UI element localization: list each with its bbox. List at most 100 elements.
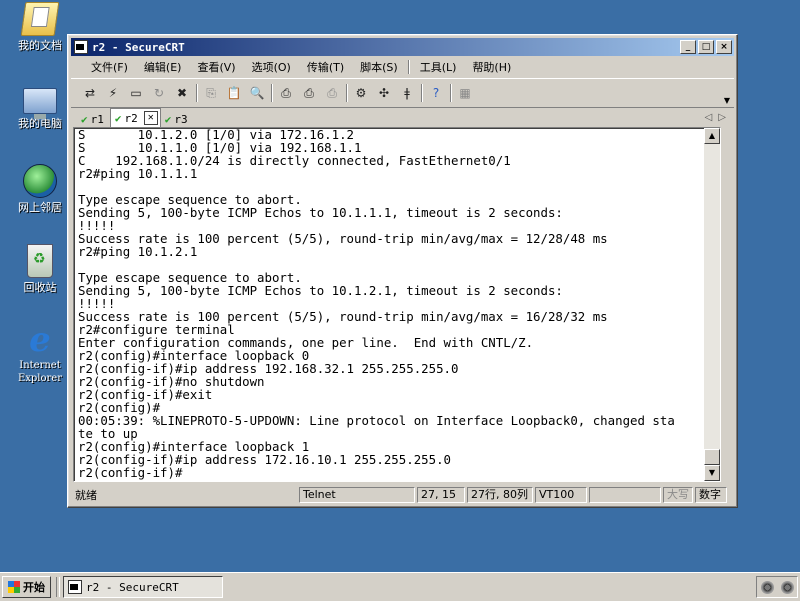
scroll-up-icon[interactable]: ▲	[704, 128, 720, 144]
toolbar-overflow-icon[interactable]: ▼	[724, 96, 730, 105]
title-bar[interactable]: r2 - SecureCRT _ □ ×	[71, 38, 734, 56]
desktop-icon-label: 我的文档	[18, 39, 62, 52]
tab-label: r2	[124, 111, 138, 125]
terminal-line: 00:05:39: %LINEPROTO-5-UPDOWN: Line prot…	[78, 413, 675, 428]
toolbar-separator	[346, 84, 348, 102]
connect-in-tab-icon[interactable]: ▭	[127, 84, 145, 102]
status-terminal-size: 27行, 80列	[467, 487, 533, 503]
desktop-icon-my-computer[interactable]: 我的电脑	[8, 84, 72, 130]
status-blank-panel	[589, 487, 661, 503]
status-emulation: VT100	[535, 487, 587, 503]
toolbar-separator	[196, 84, 198, 102]
session-options-icon[interactable]: ⚙	[352, 84, 370, 102]
desktop-icon-internet-explorer[interactable]: e Internet Explorer	[8, 320, 72, 385]
scroll-thumb[interactable]	[704, 449, 720, 465]
status-caps-lock: 大写	[663, 487, 693, 503]
close-button[interactable]: ×	[716, 40, 732, 54]
windows-logo-icon	[8, 581, 20, 593]
toolbar-separator	[450, 84, 452, 102]
calculator-icon[interactable]: ▦	[456, 84, 474, 102]
help-icon[interactable]: ?	[427, 84, 445, 102]
app-icon	[74, 40, 88, 54]
maximize-button[interactable]: □	[698, 40, 714, 54]
terminal-area[interactable]: S 10.1.2.0 [1/0] via 172.16.1.2 S 10.1.1.…	[73, 127, 721, 482]
tab-scroll-right-icon[interactable]: ▷	[718, 112, 726, 123]
terminal-line: r2#ping 10.1.1.1	[78, 166, 198, 181]
print-setup-icon[interactable]: ⎙	[323, 84, 341, 102]
menu-bar: 文件(F) 编辑(E) 查看(V) 选项(O) 传输(T) 脚本(S) 工具(L…	[71, 57, 734, 77]
desktop-icon-label: 网上邻居	[18, 201, 62, 214]
tab-close-icon[interactable]: ✕	[143, 111, 158, 125]
tab-r2[interactable]: ✔ r2 ✕	[109, 108, 161, 127]
desktop-icon-label: Internet Explorer	[17, 360, 63, 384]
vertical-scrollbar[interactable]: ▲ ▼	[704, 128, 720, 481]
taskbar-button-label: r2 - SecureCRT	[86, 580, 179, 594]
menu-separator	[407, 60, 410, 74]
securecrt-icon	[68, 580, 82, 594]
terminal-output: S 10.1.2.0 [1/0] via 172.16.1.2 S 10.1.1.…	[78, 128, 702, 479]
print-selection-icon[interactable]: ⎙	[300, 84, 318, 102]
window-title: r2 - SecureCRT	[92, 40, 185, 54]
reconnect-icon[interactable]: ↻	[150, 84, 168, 102]
menu-view[interactable]: 查看(V)	[189, 59, 243, 75]
menu-transfer[interactable]: 传输(T)	[299, 59, 352, 75]
scroll-down-icon[interactable]: ▼	[704, 465, 720, 481]
menu-script[interactable]: 脚本(S)	[352, 59, 406, 75]
tray-volume-icon[interactable]	[760, 580, 774, 594]
desktop-icon-my-documents[interactable]: 我的文档	[8, 2, 72, 52]
connected-check-icon: ✔	[164, 112, 172, 126]
tray-network-icon[interactable]	[780, 580, 794, 594]
status-protocol: Telnet	[299, 487, 415, 503]
terminal-line: r2#ping 10.1.2.1	[78, 244, 198, 259]
desktop-icon-recycle-bin[interactable]: 回收站	[8, 244, 72, 294]
terminal-line: Sending 5, 100-byte ICMP Echos to 10.1.1…	[78, 205, 563, 220]
connected-check-icon: ✔	[81, 112, 88, 126]
terminal-line: Sending 5, 100-byte ICMP Echos to 10.1.2…	[78, 283, 563, 298]
internet-explorer-icon: e	[29, 320, 51, 360]
taskbar: 开始 r2 - SecureCRT	[0, 572, 800, 601]
connected-check-icon: ✔	[114, 111, 122, 125]
desktop-icon-network-places[interactable]: 网上邻居	[8, 164, 72, 214]
copy-icon[interactable]: ⎘	[202, 84, 220, 102]
recycle-bin-icon	[27, 244, 53, 278]
tab-label: r3	[174, 112, 188, 126]
tab-r3[interactable]: ✔ r3	[161, 111, 194, 127]
taskbar-button-securecrt[interactable]: r2 - SecureCRT	[63, 576, 223, 598]
taskbar-separator	[56, 577, 60, 597]
tab-label: r1	[90, 112, 104, 126]
menu-edit[interactable]: 编辑(E)	[136, 59, 190, 75]
disconnect-icon[interactable]: ✖	[173, 84, 191, 102]
menu-help[interactable]: 帮助(H)	[464, 59, 519, 75]
global-options-icon[interactable]: ✣	[375, 84, 393, 102]
keymap-icon[interactable]: ǂ	[398, 84, 416, 102]
desktop-icon-label: 回收站	[23, 281, 57, 294]
my-documents-icon	[20, 2, 60, 36]
menu-options[interactable]: 选项(O)	[244, 59, 299, 75]
toolbar-separator	[421, 84, 423, 102]
start-label: 开始	[23, 581, 45, 594]
connect-icon[interactable]: ⇄	[81, 84, 99, 102]
network-places-icon	[23, 164, 57, 198]
find-icon[interactable]: 🔍	[248, 84, 266, 102]
toolbar: ⇄ ⚡ ▭ ↻ ✖ ⎘ 📋 🔍 ⎙ ⎙ ⎙ ⚙ ✣ ǂ ? ▦ ▼	[71, 78, 734, 108]
status-num-lock: 数字	[695, 487, 727, 503]
terminal-line: r2(config-if)#exit	[78, 387, 213, 402]
securecrt-window: r2 - SecureCRT _ □ × 文件(F) 编辑(E) 查看(V) 选…	[67, 34, 738, 508]
menu-tools[interactable]: 工具(L)	[412, 59, 465, 75]
tab-scroll-left-icon[interactable]: ◁	[705, 112, 713, 123]
status-bar: 就绪 Telnet 27, 15 27行, 80列 VT100 大写 数字	[71, 486, 734, 504]
my-computer-icon	[23, 88, 57, 119]
paste-icon[interactable]: 📋	[225, 84, 243, 102]
session-tabs: ✔ r1 ✔ r2 ✕ ✔ r3 ◁ ▷	[71, 107, 734, 127]
tab-r1[interactable]: ✔ r1	[77, 111, 110, 127]
start-button[interactable]: 开始	[2, 576, 51, 598]
toolbar-separator	[271, 84, 273, 102]
menu-file[interactable]: 文件(F)	[83, 59, 136, 75]
terminal-line: r2(config-if)#	[78, 465, 183, 480]
quick-connect-icon[interactable]: ⚡	[104, 84, 122, 102]
minimize-button[interactable]: _	[680, 40, 696, 54]
status-cursor-position: 27, 15	[417, 487, 465, 503]
system-tray	[756, 576, 798, 598]
status-text: 就绪	[75, 489, 97, 502]
print-icon[interactable]: ⎙	[277, 84, 295, 102]
